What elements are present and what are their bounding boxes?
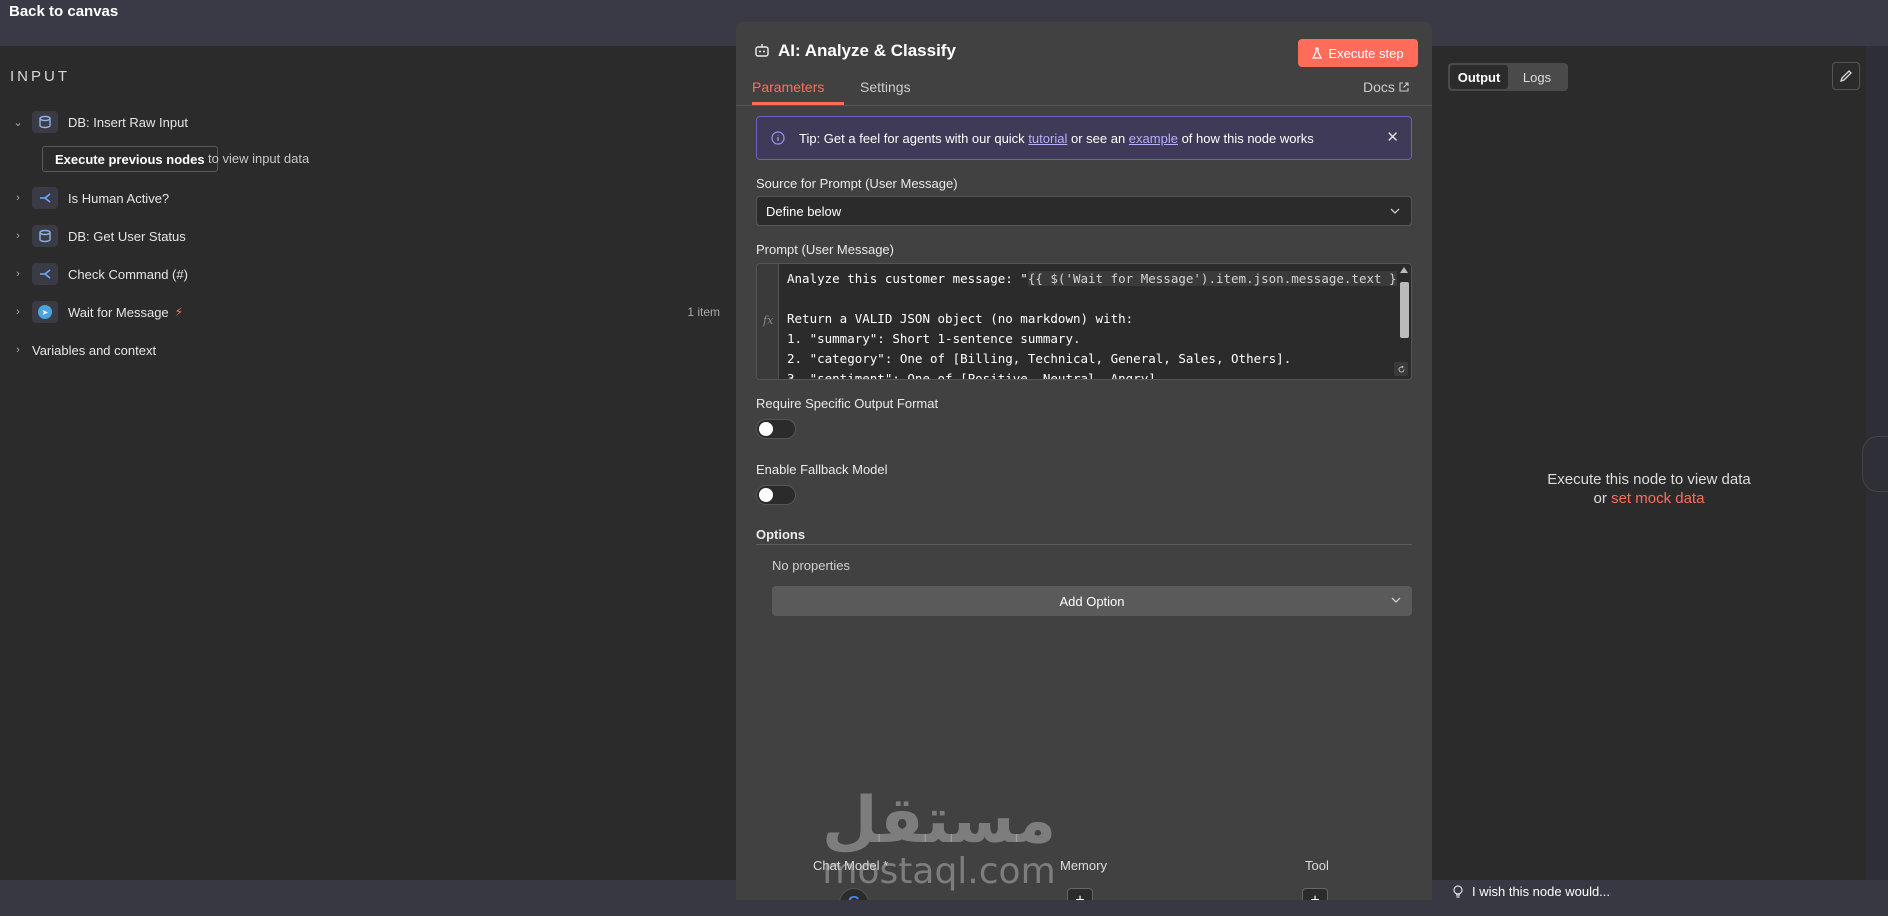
watermark-arabic: مستقل xyxy=(822,784,1057,858)
scroll-thumb[interactable] xyxy=(1400,282,1409,338)
output-logs-toggle: Output Logs xyxy=(1448,63,1568,91)
node-settings-modal: AI: Analyze & Classify Execute step Para… xyxy=(736,22,1432,900)
require-format-toggle[interactable] xyxy=(756,419,796,439)
flask-icon xyxy=(1312,47,1323,59)
tree-node-is-human-active[interactable]: › Is Human Active? xyxy=(0,183,736,213)
or-text: or xyxy=(1593,490,1607,507)
chevron-right-icon: › xyxy=(16,268,20,280)
tool-label: Tool xyxy=(1305,858,1329,873)
add-tool-button[interactable]: + xyxy=(1302,888,1328,900)
input-panel-title: INPUT xyxy=(10,68,70,85)
add-option-button[interactable]: Add Option xyxy=(772,586,1412,616)
scroll-up-arrow[interactable] xyxy=(1400,267,1408,273)
chevron-right-icon: › xyxy=(16,230,20,242)
robot-icon xyxy=(755,44,769,57)
wish-label: I wish this node would... xyxy=(1472,884,1611,899)
options-divider xyxy=(756,544,1412,545)
active-tab-underline xyxy=(752,102,844,105)
tree-node-db-get-user-status[interactable]: › DB: Get User Status xyxy=(0,221,736,251)
execute-message-line: Execute this node to view data xyxy=(1547,471,1751,488)
info-icon xyxy=(771,131,785,145)
if-branch-icon xyxy=(32,263,58,285)
tree-node-db-insert-raw-input[interactable]: ⌄ DB: Insert Raw Input xyxy=(0,107,736,137)
tip-suffix: of how this node works xyxy=(1181,130,1314,146)
docs-link[interactable]: Docs xyxy=(1363,79,1409,95)
input-panel: INPUT ⌄ DB: Insert Raw Input Execute pre… xyxy=(0,46,736,880)
require-format-label: Require Specific Output Format xyxy=(756,396,939,411)
execute-step-button[interactable]: Execute step xyxy=(1298,39,1418,67)
output-panel: Output Logs Execute this node to view da… xyxy=(1432,46,1866,880)
add-memory-button[interactable]: + xyxy=(1067,888,1093,900)
fx-icon: fx xyxy=(763,314,774,327)
watermark: مستقل mostaql.com xyxy=(822,788,1056,890)
source-prompt-select[interactable]: Define below xyxy=(756,196,1412,226)
source-prompt-value: Define below xyxy=(766,203,842,219)
source-prompt-label: Source for Prompt (User Message) xyxy=(756,176,958,191)
watermark-latin: mostaql.com xyxy=(822,851,1056,892)
add-option-label: Add Option xyxy=(1059,593,1125,609)
database-icon xyxy=(32,225,58,247)
tree-node-variables-and-context[interactable]: › Variables and context xyxy=(0,335,736,365)
reset-icon[interactable] xyxy=(1394,362,1408,376)
prompt-code: Analyze this customer message: "{{ $('Wa… xyxy=(787,271,1411,380)
chevron-down-icon: ⌄ xyxy=(13,116,23,129)
chevron-right-icon: › xyxy=(16,306,20,318)
external-link-icon xyxy=(1399,82,1409,92)
output-toggle-output[interactable]: Output xyxy=(1450,65,1508,89)
options-title: Options xyxy=(756,527,806,542)
set-mock-data-link[interactable]: set mock data xyxy=(1611,490,1704,507)
prompt-editor[interactable]: fx Analyze this customer message: "{{ $(… xyxy=(756,263,1412,380)
edit-output-button[interactable] xyxy=(1832,62,1860,90)
memory-label: Memory xyxy=(1060,858,1107,873)
toggle-knob xyxy=(759,422,773,436)
tree-node-wait-for-message[interactable]: › ➤ Wait for Message ⚡ 1 item xyxy=(0,297,736,327)
tree-node-label: DB: Get User Status xyxy=(68,228,186,244)
tip-middle: or see an xyxy=(1070,130,1126,146)
tree-node-label: Check Command (#) xyxy=(68,266,188,282)
database-icon xyxy=(32,111,58,133)
tree-node-check-command[interactable]: › Check Command (#) xyxy=(0,259,736,289)
lightbulb-icon xyxy=(1453,884,1463,898)
tab-parameters[interactable]: Parameters xyxy=(752,79,824,95)
output-toggle-logs[interactable]: Logs xyxy=(1508,65,1566,89)
chevron-right-icon: › xyxy=(16,192,20,204)
to-view-input-text: to view input data xyxy=(208,151,310,166)
tree-node-label: Is Human Active? xyxy=(68,190,170,206)
side-edit-tab[interactable] xyxy=(1862,436,1888,492)
no-properties-text: No properties xyxy=(772,558,851,573)
execute-step-label: Execute step xyxy=(1328,45,1404,61)
trigger-bolt-icon: ⚡ xyxy=(174,305,184,319)
fallback-model-label: Enable Fallback Model xyxy=(756,462,888,477)
pencil-icon xyxy=(1839,70,1852,83)
chevron-down-icon xyxy=(1391,597,1401,603)
expression-gutter: fx xyxy=(757,264,779,379)
telegram-icon: ➤ xyxy=(32,301,58,323)
tip-banner: Tip: Get a feel for agents with our quic… xyxy=(756,116,1412,160)
item-count: 1 item xyxy=(687,305,720,319)
tutorial-link[interactable]: tutorial xyxy=(1028,131,1067,146)
modal-header: AI: Analyze & Classify Execute step Para… xyxy=(736,22,1432,106)
chevron-right-icon: › xyxy=(16,344,20,356)
modal-title: AI: Analyze & Classify xyxy=(778,41,956,60)
tip-prefix: Tip: Get a feel for agents with our quic… xyxy=(799,130,1025,146)
tree-node-label: Variables and context xyxy=(32,342,157,358)
example-link[interactable]: example xyxy=(1129,131,1178,146)
toggle-knob xyxy=(759,488,773,502)
tree-node-label: DB: Insert Raw Input xyxy=(68,114,188,130)
feedback-wish-link[interactable]: I wish this node would... xyxy=(1452,884,1610,899)
if-branch-icon xyxy=(32,187,58,209)
back-to-canvas-link[interactable]: Back to canvas xyxy=(9,3,118,20)
close-icon[interactable]: ✕ xyxy=(1386,128,1399,146)
fallback-model-toggle[interactable] xyxy=(756,485,796,505)
tree-node-label: Wait for Message xyxy=(68,304,169,320)
tab-settings[interactable]: Settings xyxy=(860,79,911,95)
docs-label: Docs xyxy=(1363,79,1395,95)
execute-node-message: Execute this node to view data or set mo… xyxy=(1432,470,1866,508)
expression-chip: {{ $('Wait for Message').item.json.messa… xyxy=(1027,271,1405,286)
execute-previous-nodes-button[interactable]: Execute previous nodes xyxy=(42,146,218,172)
prompt-label: Prompt (User Message) xyxy=(756,242,894,257)
chevron-down-icon xyxy=(1390,208,1400,214)
